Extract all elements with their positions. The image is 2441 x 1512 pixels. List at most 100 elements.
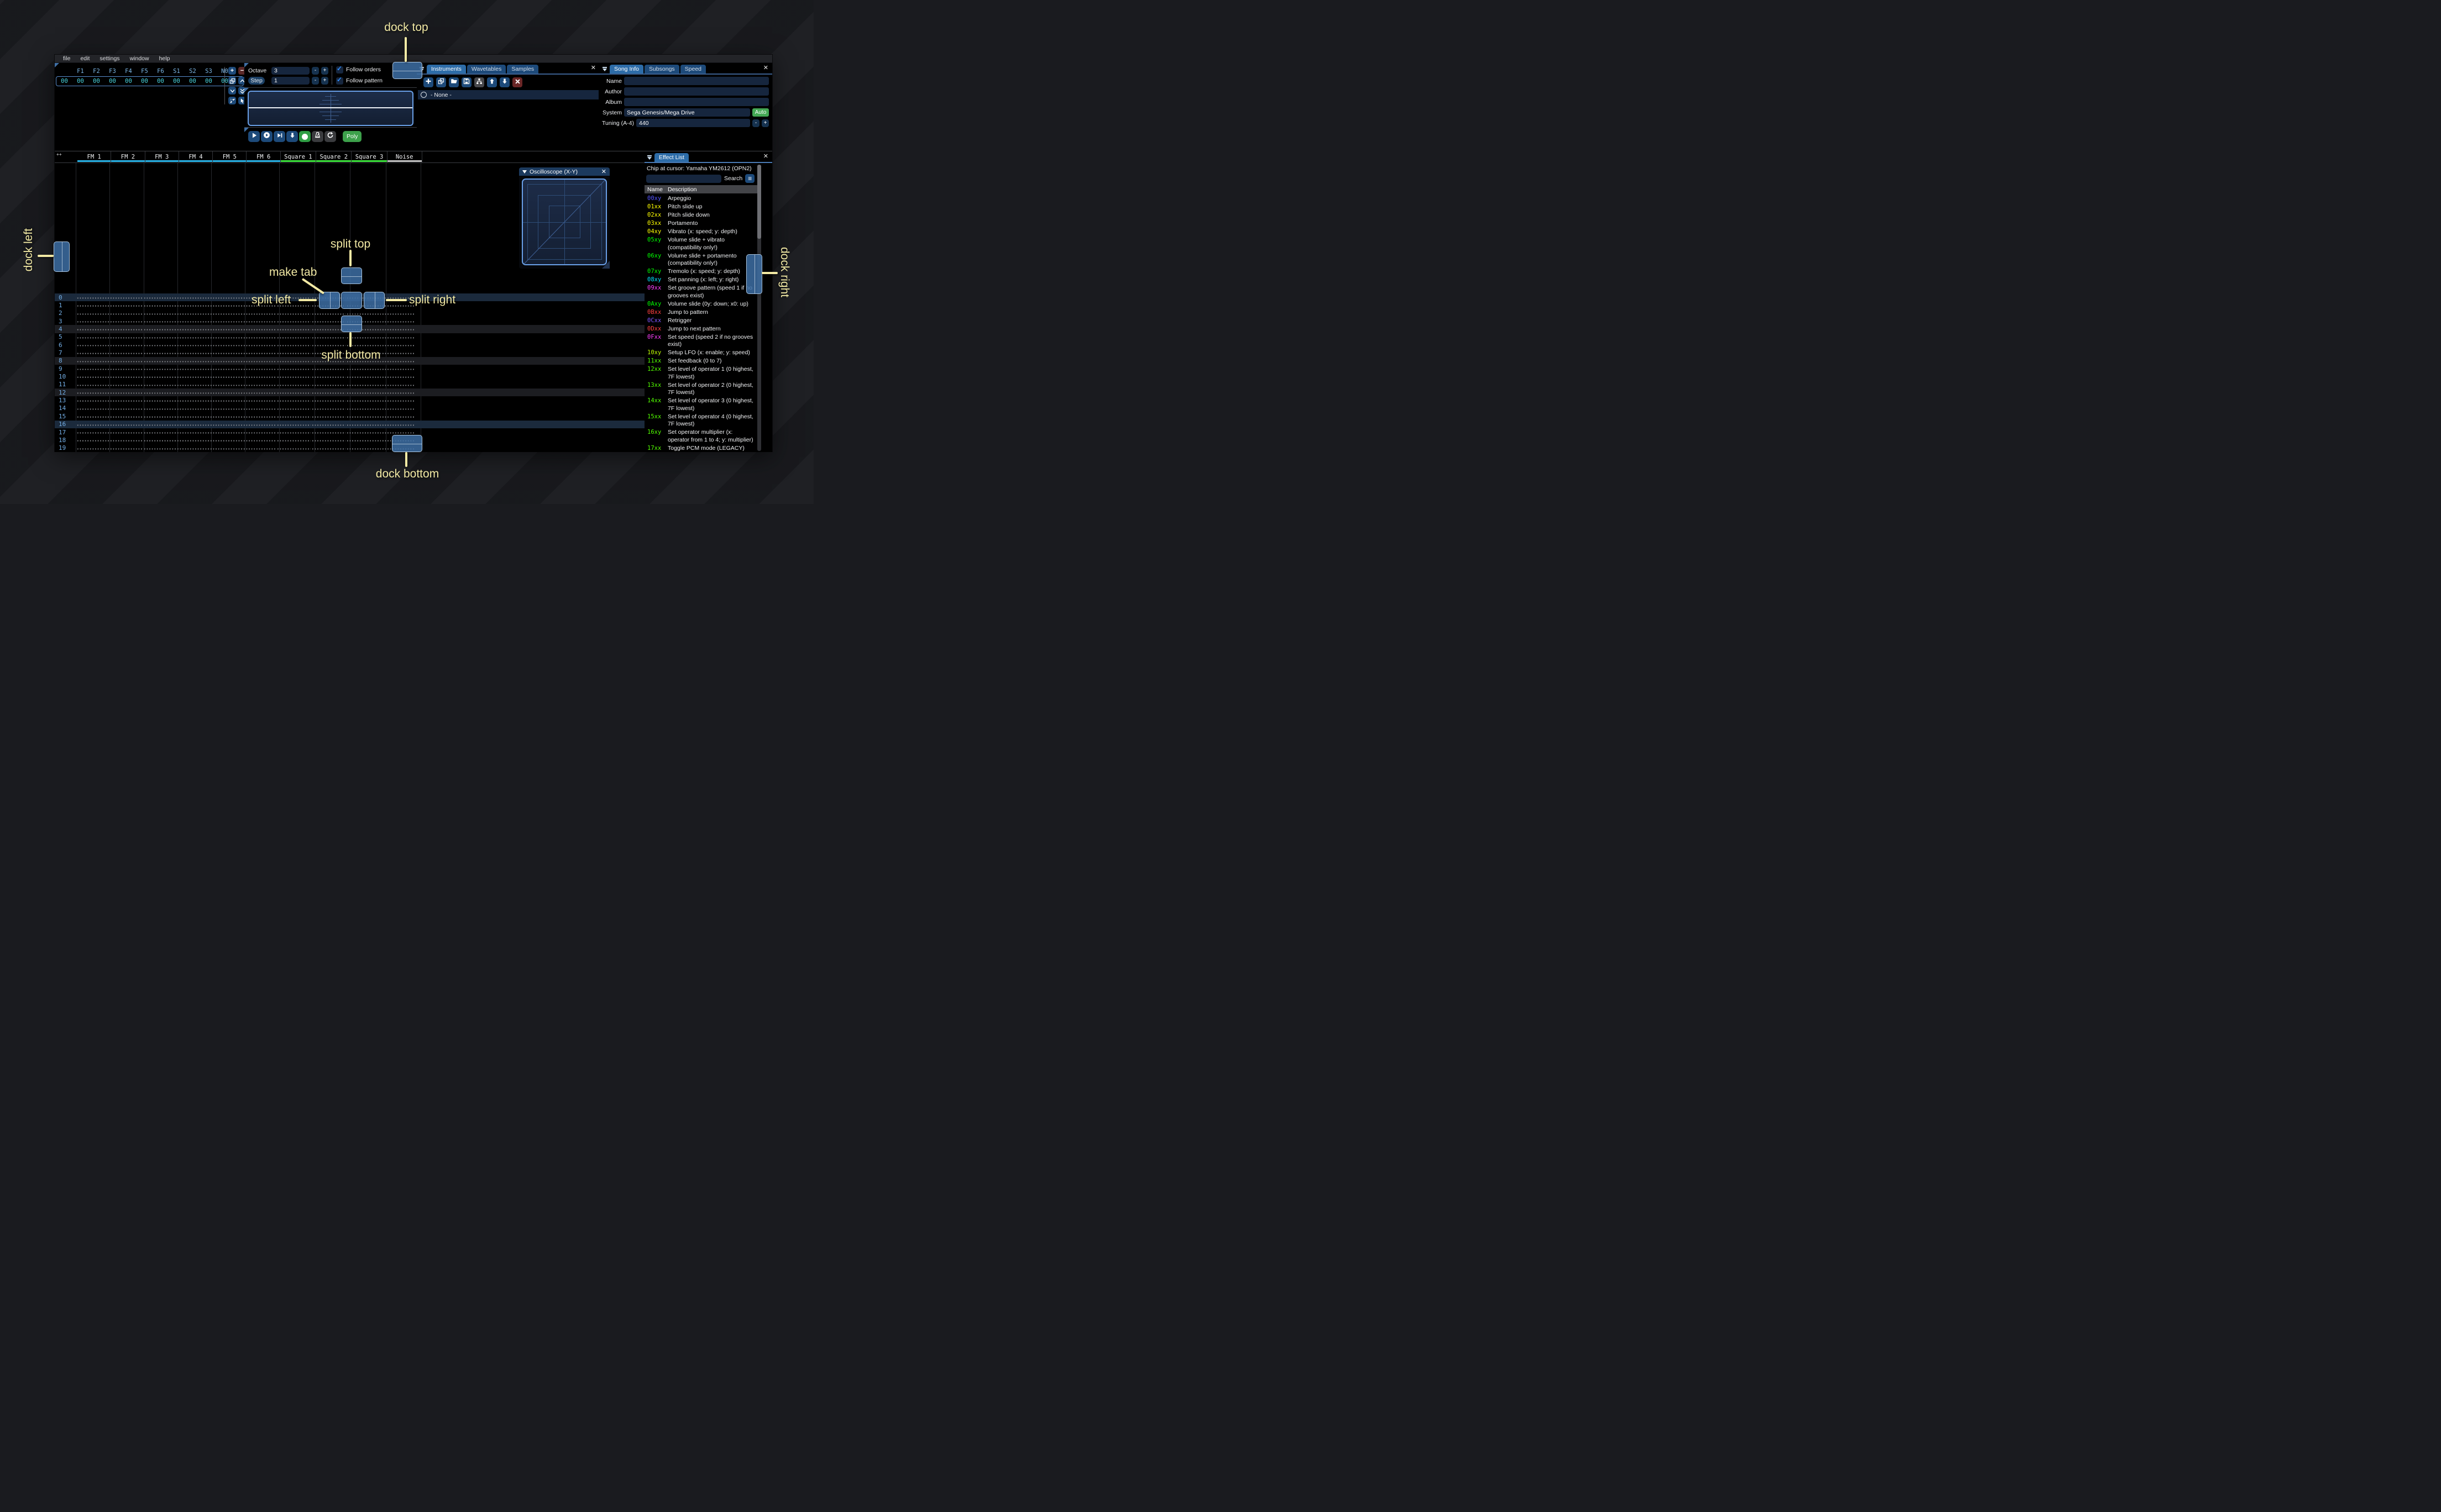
pattern-cell[interactable] — [345, 380, 381, 389]
step-play-button[interactable] — [286, 131, 298, 142]
repeat-pattern-button[interactable] — [324, 131, 336, 142]
pattern-cell[interactable] — [142, 301, 176, 309]
pattern-cell[interactable] — [109, 404, 143, 413]
split-bottom-target[interactable] — [341, 316, 362, 332]
pattern-cell[interactable] — [76, 356, 109, 365]
pattern-cell[interactable] — [109, 333, 143, 342]
pattern-cell[interactable] — [345, 404, 381, 413]
pattern-cell[interactable] — [345, 436, 381, 444]
pattern-cell[interactable] — [380, 325, 415, 333]
step-button[interactable]: Step — [248, 76, 265, 85]
collapse-icon[interactable] — [522, 170, 527, 174]
orders-cell[interactable]: 00 — [169, 78, 185, 85]
pattern-cell[interactable] — [209, 396, 243, 405]
pattern-cell[interactable] — [275, 365, 311, 373]
pattern-cell[interactable] — [175, 301, 209, 309]
pattern-cell[interactable] — [142, 325, 176, 333]
pattern-cell[interactable] — [142, 341, 176, 349]
pattern-cell[interactable] — [242, 356, 276, 365]
pattern-cell[interactable] — [311, 420, 346, 428]
oscilloscope-xy-window[interactable]: Oscilloscope (X-Y) ✕ — [519, 167, 610, 269]
pattern-cell[interactable] — [175, 436, 209, 444]
pattern-cell[interactable] — [311, 325, 346, 333]
order-add-button[interactable]: + — [228, 67, 236, 75]
effect-row[interactable]: 0Dxx Jump to next pattern — [645, 326, 772, 333]
pattern-cell[interactable] — [142, 412, 176, 421]
pattern-cell[interactable] — [275, 309, 311, 318]
pattern-cell[interactable] — [175, 365, 209, 373]
dock-bottom-target[interactable] — [392, 435, 422, 452]
system-field[interactable]: Sega Genesis/Mega Drive — [624, 108, 750, 117]
octave-minus-button[interactable]: - — [312, 66, 319, 75]
pattern-cell[interactable] — [311, 365, 346, 373]
effect-row[interactable]: 04xy Vibrato (x: speed; y: depth) — [645, 228, 772, 236]
tab-wavetables[interactable]: Wavetables — [467, 65, 506, 74]
instrument-duplicate-button[interactable] — [436, 77, 446, 87]
pattern-cell[interactable] — [209, 412, 243, 421]
order-move-down-button[interactable] — [228, 87, 236, 95]
pattern-cell[interactable] — [275, 412, 311, 421]
pattern-row[interactable]: 9 — [55, 365, 645, 373]
tab-samples[interactable]: Samples — [507, 65, 539, 74]
pattern-cell[interactable] — [209, 309, 243, 318]
panel-menu-button[interactable] — [601, 65, 608, 73]
pattern-cell[interactable] — [242, 412, 276, 421]
oscilloscope-display[interactable] — [248, 91, 413, 126]
pattern-cell[interactable] — [242, 380, 276, 389]
pattern-cell[interactable] — [142, 349, 176, 357]
pattern-cell[interactable] — [209, 372, 243, 381]
pattern-cell[interactable] — [175, 317, 209, 326]
effect-row[interactable]: 10xy Setup LFO (x: enable; y: speed) — [645, 349, 772, 357]
pattern-cell[interactable] — [142, 293, 176, 302]
pattern-cell[interactable] — [242, 428, 276, 437]
tab-effect-list[interactable]: Effect List — [654, 153, 689, 162]
pattern-cell[interactable] — [109, 412, 143, 421]
pattern-cell[interactable] — [76, 317, 109, 326]
pattern-cell[interactable] — [76, 309, 109, 318]
menu-item[interactable]: window — [125, 55, 154, 62]
pattern-cell[interactable] — [380, 372, 415, 381]
metronome-button[interactable] — [312, 131, 323, 142]
pattern-cell[interactable] — [142, 356, 176, 365]
order-duplicate-button[interactable] — [228, 77, 236, 85]
tab-subsongs[interactable]: Subsongs — [644, 65, 679, 74]
follow-orders-checkbox[interactable] — [336, 65, 343, 74]
orders-cell[interactable]: 00 — [137, 78, 153, 85]
effect-search-input[interactable] — [646, 174, 721, 183]
pattern-cell[interactable] — [380, 365, 415, 373]
instrument-tree-view-button[interactable] — [474, 77, 484, 87]
pattern-cell[interactable] — [109, 396, 143, 405]
pattern-cell[interactable] — [380, 309, 415, 318]
pattern-cell[interactable] — [209, 333, 243, 342]
pattern-cell[interactable] — [209, 349, 243, 357]
channel-header[interactable]: FM 6 — [247, 151, 281, 162]
oscilloscope-xy-display[interactable] — [522, 179, 607, 265]
scrollbar[interactable] — [757, 165, 761, 451]
pattern-cell[interactable] — [345, 412, 381, 421]
channel-header[interactable]: FM 5 — [213, 151, 247, 162]
pattern-row[interactable]: 11 — [55, 380, 645, 389]
pattern-cell[interactable] — [142, 444, 176, 452]
pattern-cell[interactable] — [275, 356, 311, 365]
pattern-cell[interactable] — [275, 349, 311, 357]
pattern-cell[interactable] — [275, 317, 311, 326]
pattern-cell[interactable] — [275, 396, 311, 405]
step-plus-button[interactable]: + — [321, 76, 328, 85]
pattern-cell[interactable] — [242, 389, 276, 397]
pattern-cell[interactable] — [380, 349, 415, 357]
pattern-cell[interactable] — [142, 404, 176, 413]
instrument-move-down-button[interactable] — [500, 77, 510, 87]
pattern-cell[interactable] — [380, 341, 415, 349]
close-icon[interactable]: ✕ — [763, 65, 768, 71]
effect-row[interactable]: 0Axy Volume slide (0y: down; x0: up) — [645, 301, 772, 308]
pattern-cell[interactable] — [209, 301, 243, 309]
channel-header[interactable]: FM 4 — [179, 151, 213, 162]
tab-song-info[interactable]: Song Info — [610, 65, 643, 74]
play-from-cursor-button[interactable] — [274, 131, 285, 142]
orders-cell[interactable]: 00 — [185, 78, 201, 85]
channel-header[interactable]: Square 1 — [280, 151, 317, 162]
channel-header[interactable]: FM 3 — [145, 151, 179, 162]
pattern-cell[interactable] — [242, 333, 276, 342]
pattern-cell[interactable] — [311, 317, 346, 326]
pattern-cell[interactable] — [311, 412, 346, 421]
